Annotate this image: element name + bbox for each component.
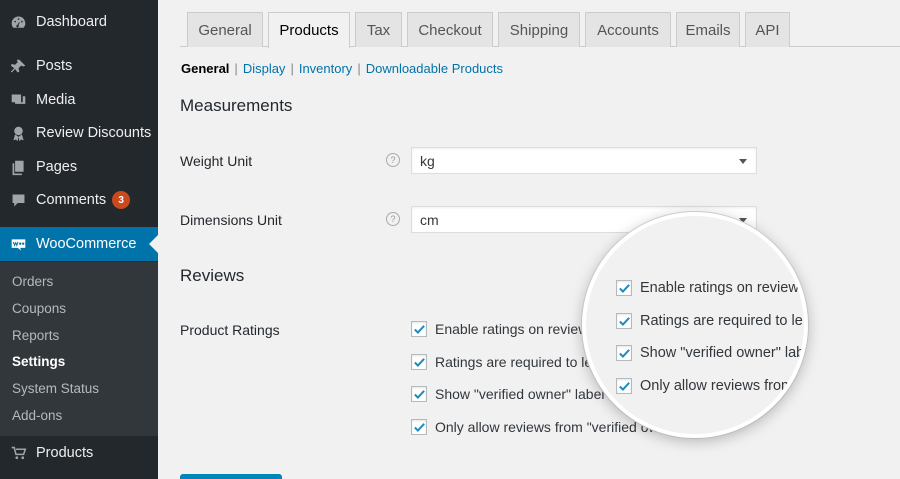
submenu-item-system-status[interactable]: System Status [12, 381, 99, 396]
sidebar-item-dashboard[interactable]: Dashboard [0, 5, 158, 39]
tab-accounts[interactable]: Accounts [585, 12, 671, 47]
tab-tax[interactable]: Tax [355, 12, 402, 47]
weight-unit-select[interactable]: kg [411, 147, 757, 174]
option-label: Show "verified owner" label [435, 386, 605, 402]
checkbox[interactable] [411, 386, 427, 402]
dimensions-unit-value: cm [420, 211, 439, 228]
tab-emails[interactable]: Emails [676, 12, 740, 47]
checkmark-icon [413, 389, 425, 399]
cart-icon [9, 444, 27, 462]
sidebar-item-media[interactable]: Media [0, 83, 158, 117]
checkbox [616, 378, 632, 394]
zoom-verified-owners-only-option: Only allow reviews from [616, 378, 793, 394]
checkbox [616, 313, 632, 329]
sidebar-item-label: WooCommerce [36, 236, 137, 252]
media-icon [9, 91, 27, 109]
checkmark-icon [413, 357, 425, 367]
submenu-item-settings[interactable]: Settings [12, 354, 65, 369]
sidebar-item-review-discounts[interactable]: Review Discounts [0, 116, 158, 150]
comment-icon [9, 191, 27, 209]
checkbox[interactable] [411, 419, 427, 435]
zoom-verified-owner-label-option: Show "verified owner" lab [616, 345, 804, 361]
checkbox[interactable] [411, 321, 427, 337]
sidebar-item-products[interactable]: Products [0, 436, 158, 470]
option-label: Ratings are required to le [435, 354, 593, 370]
help-icon[interactable]: ? [386, 212, 400, 226]
submenu-item-add-ons[interactable]: Add-ons [12, 408, 62, 423]
subsection-general[interactable]: General [181, 61, 229, 76]
pin-icon [9, 57, 27, 75]
checkmark-icon [618, 283, 630, 293]
sidebar-item-label: Media [36, 92, 76, 108]
sidebar-item-comments[interactable]: Comments 3 [0, 183, 158, 217]
tab-api[interactable]: API [745, 12, 790, 47]
option-label: Show "verified owner" lab [640, 345, 805, 361]
checkmark-icon [618, 316, 630, 326]
pages-icon [9, 158, 27, 176]
tab-shipping[interactable]: Shipping [498, 12, 580, 47]
dashboard-icon [9, 13, 27, 31]
option-label: Enable ratings on review [435, 321, 589, 337]
subsection-inventory[interactable]: Inventory [299, 61, 352, 76]
tab-checkout[interactable]: Checkout [407, 12, 493, 47]
subsection-downloadable-products[interactable]: Downloadable Products [366, 61, 503, 76]
submenu-item-orders[interactable]: Orders [12, 274, 53, 289]
product-ratings-label: Product Ratings [180, 322, 280, 338]
verified-owners-only-option[interactable]: Only allow reviews from "verified owne [411, 419, 674, 435]
save-changes-button[interactable] [180, 474, 282, 479]
tab-general[interactable]: General [187, 12, 263, 47]
sidebar-item-label: Products [36, 445, 94, 461]
sidebar-item-woocommerce[interactable]: WooCommerce [0, 227, 158, 261]
option-label: Enable ratings on review. [640, 280, 803, 296]
checkmark-icon [618, 381, 630, 391]
checkmark-icon [413, 324, 425, 334]
ribbon-icon [9, 124, 27, 142]
checkmark-icon [413, 422, 425, 432]
weight-unit-label: Weight Unit [180, 153, 253, 169]
tab-products[interactable]: Products [268, 12, 350, 48]
settings-tabs: General Products Tax Checkout Shipping A… [180, 0, 900, 48]
checkbox[interactable] [411, 354, 427, 370]
option-label: Only allow reviews from [640, 378, 794, 394]
comments-count-badge: 3 [112, 191, 131, 209]
zoom-enable-ratings-option: Enable ratings on review. [616, 280, 802, 296]
sidebar-item-posts[interactable]: Posts [0, 49, 158, 83]
enable-ratings-option[interactable]: Enable ratings on review [411, 321, 588, 337]
zoom-ratings-required-option: Ratings are required to le [616, 313, 803, 329]
sidebar-item-label: Dashboard [36, 14, 107, 30]
measurements-heading: Measurements [180, 96, 293, 115]
woo-icon [9, 235, 27, 253]
weight-unit-value: kg [420, 152, 435, 169]
sidebar-item-label: Review Discounts [36, 125, 152, 141]
verified-owner-label-option[interactable]: Show "verified owner" label [411, 386, 604, 402]
magnifier-lens: Enable ratings on review. Ratings are re… [582, 212, 808, 438]
reviews-heading: Reviews [180, 266, 245, 285]
sidebar-item-label: Comments [36, 192, 107, 208]
option-label: Ratings are required to le [640, 313, 803, 329]
submenu-item-coupons[interactable]: Coupons [12, 301, 66, 316]
sidebar-item-label: Pages [36, 159, 78, 175]
subsection-links: General | Display | Inventory | Downloadable P… [181, 61, 504, 76]
submenu-item-reports[interactable]: Reports [12, 328, 59, 343]
admin-sidebar: Dashboard Posts Media Review Discounts P… [0, 0, 158, 479]
woocommerce-submenu: Orders Coupons Reports Settings System S… [0, 262, 158, 436]
sidebar-item-label: Posts [36, 58, 73, 74]
current-menu-arrow [149, 235, 158, 253]
sidebar-item-pages[interactable]: Pages [0, 150, 158, 184]
checkbox [616, 280, 632, 296]
dimensions-unit-label: Dimensions Unit [180, 212, 282, 228]
help-icon[interactable]: ? [386, 153, 400, 167]
subsection-display[interactable]: Display [243, 61, 286, 76]
checkmark-icon [618, 348, 630, 358]
checkbox [616, 345, 632, 361]
chevron-down-icon [739, 159, 747, 164]
ratings-required-option[interactable]: Ratings are required to le [411, 354, 592, 370]
